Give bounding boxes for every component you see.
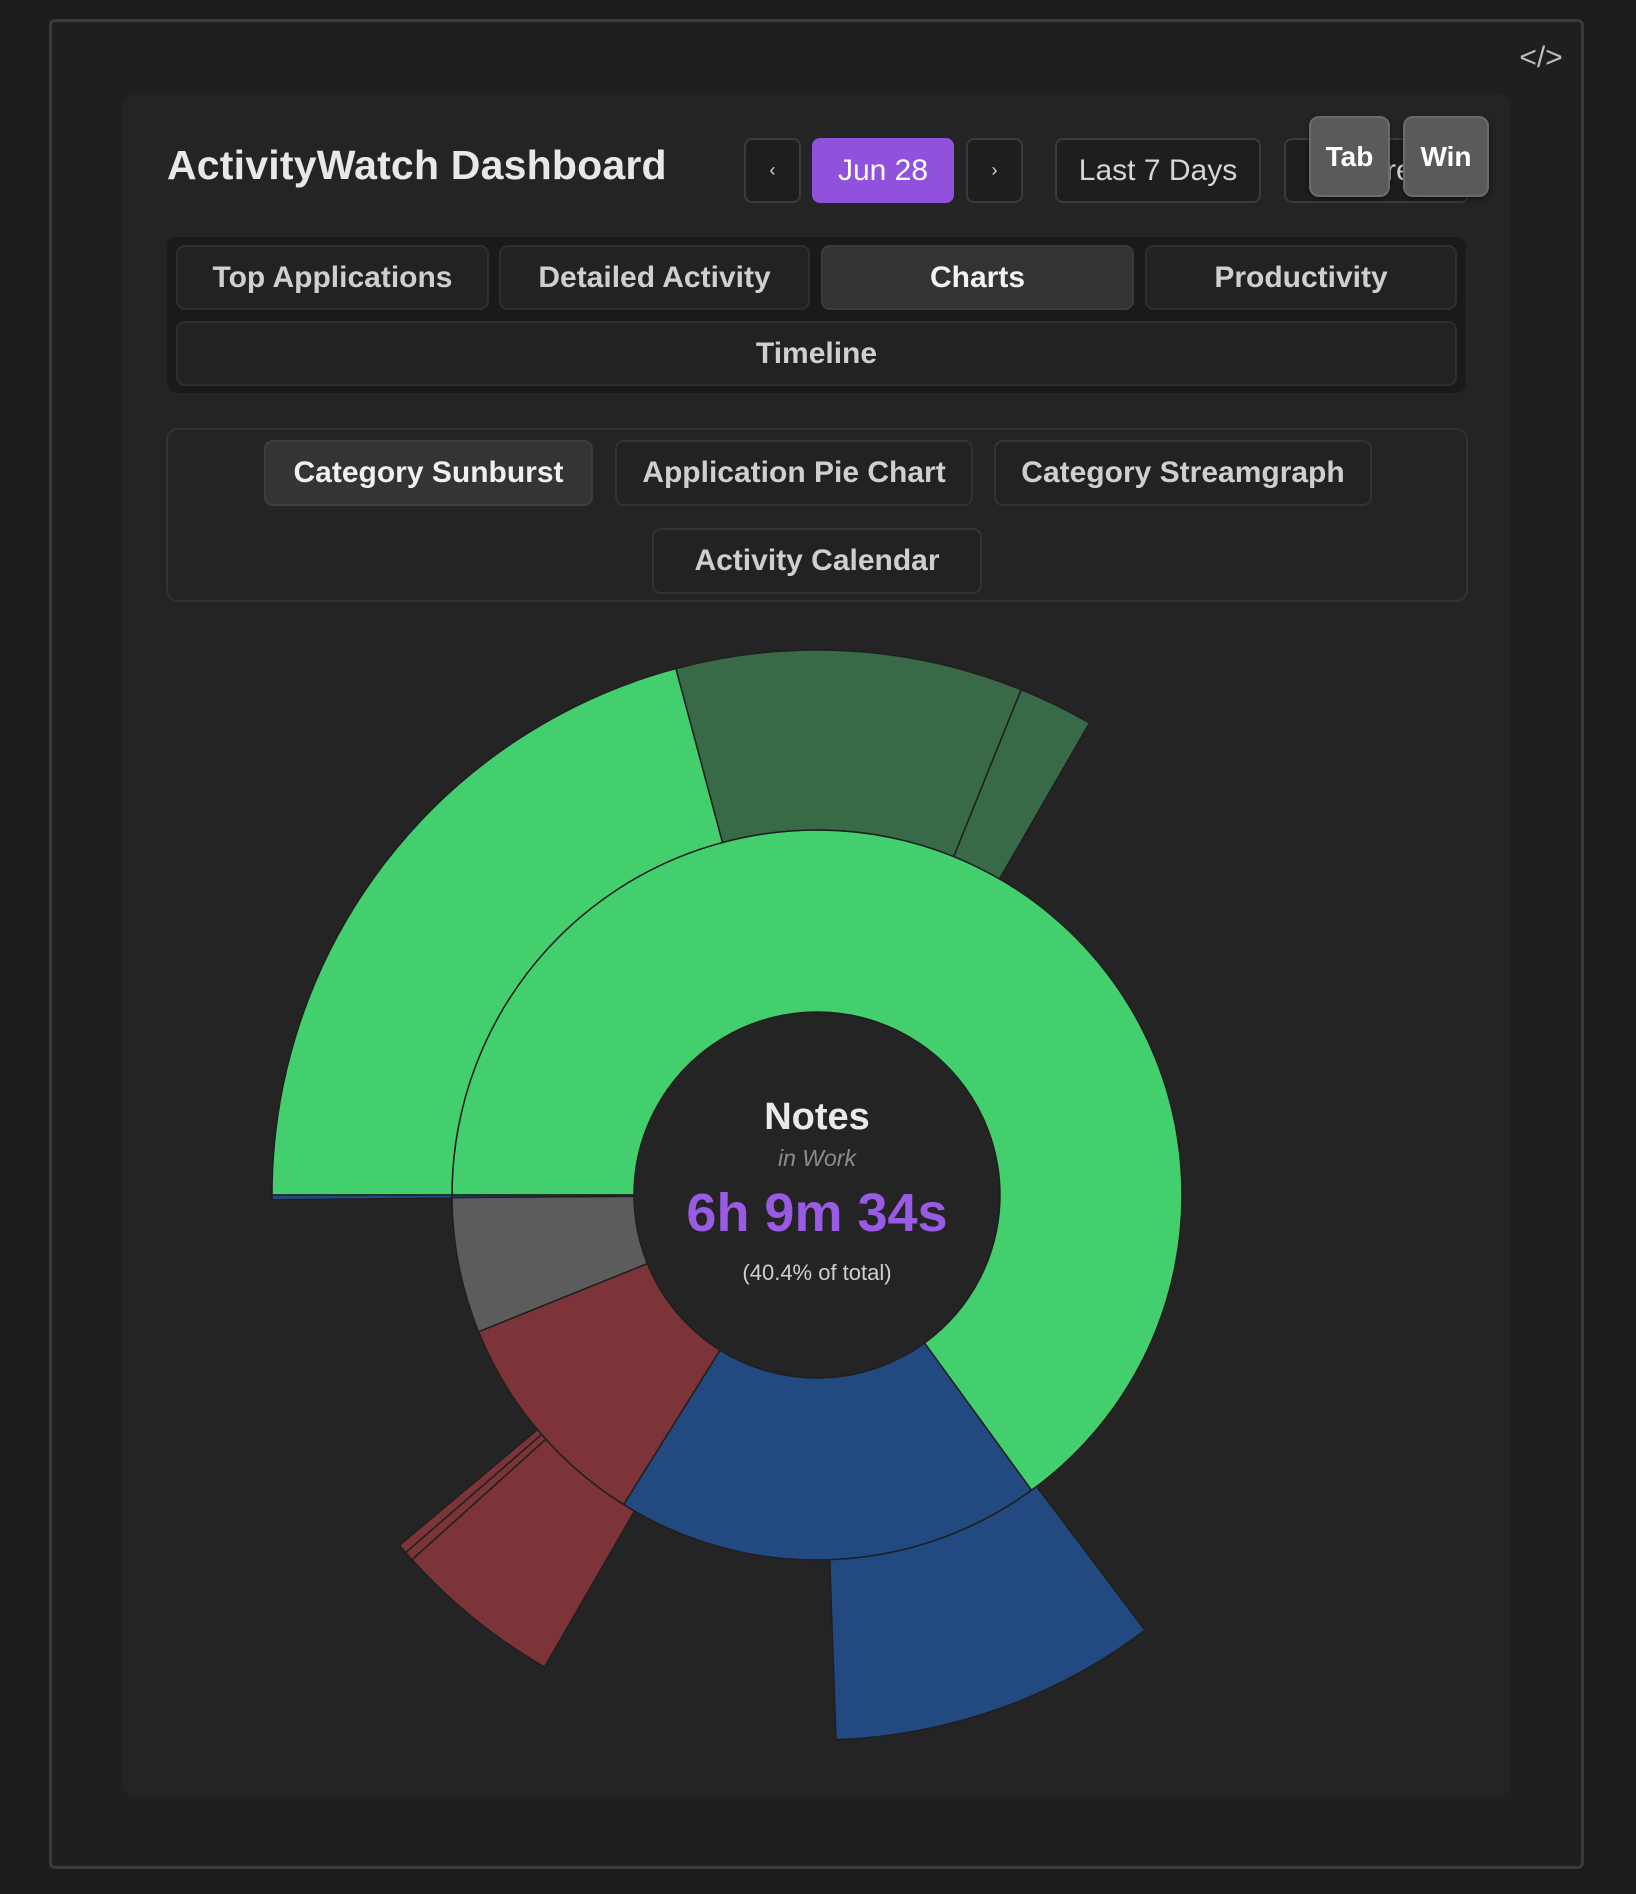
selected-category-duration: 6h 9m 34s — [686, 1183, 948, 1243]
category-sunburst-chart[interactable] — [0, 0, 1636, 1894]
sunburst-center-label: Notes in Work 6h 9m 34s (40.4% of total) — [617, 1096, 1017, 1286]
selected-category-parent: in Work — [778, 1145, 856, 1171]
sunburst-segment-other[interactable] — [451, 1194, 635, 1199]
selected-category-percent: (40.4% of total) — [742, 1260, 892, 1285]
selected-category-name: Notes — [764, 1096, 870, 1138]
sunburst-segment-other-item[interactable] — [271, 1194, 453, 1201]
